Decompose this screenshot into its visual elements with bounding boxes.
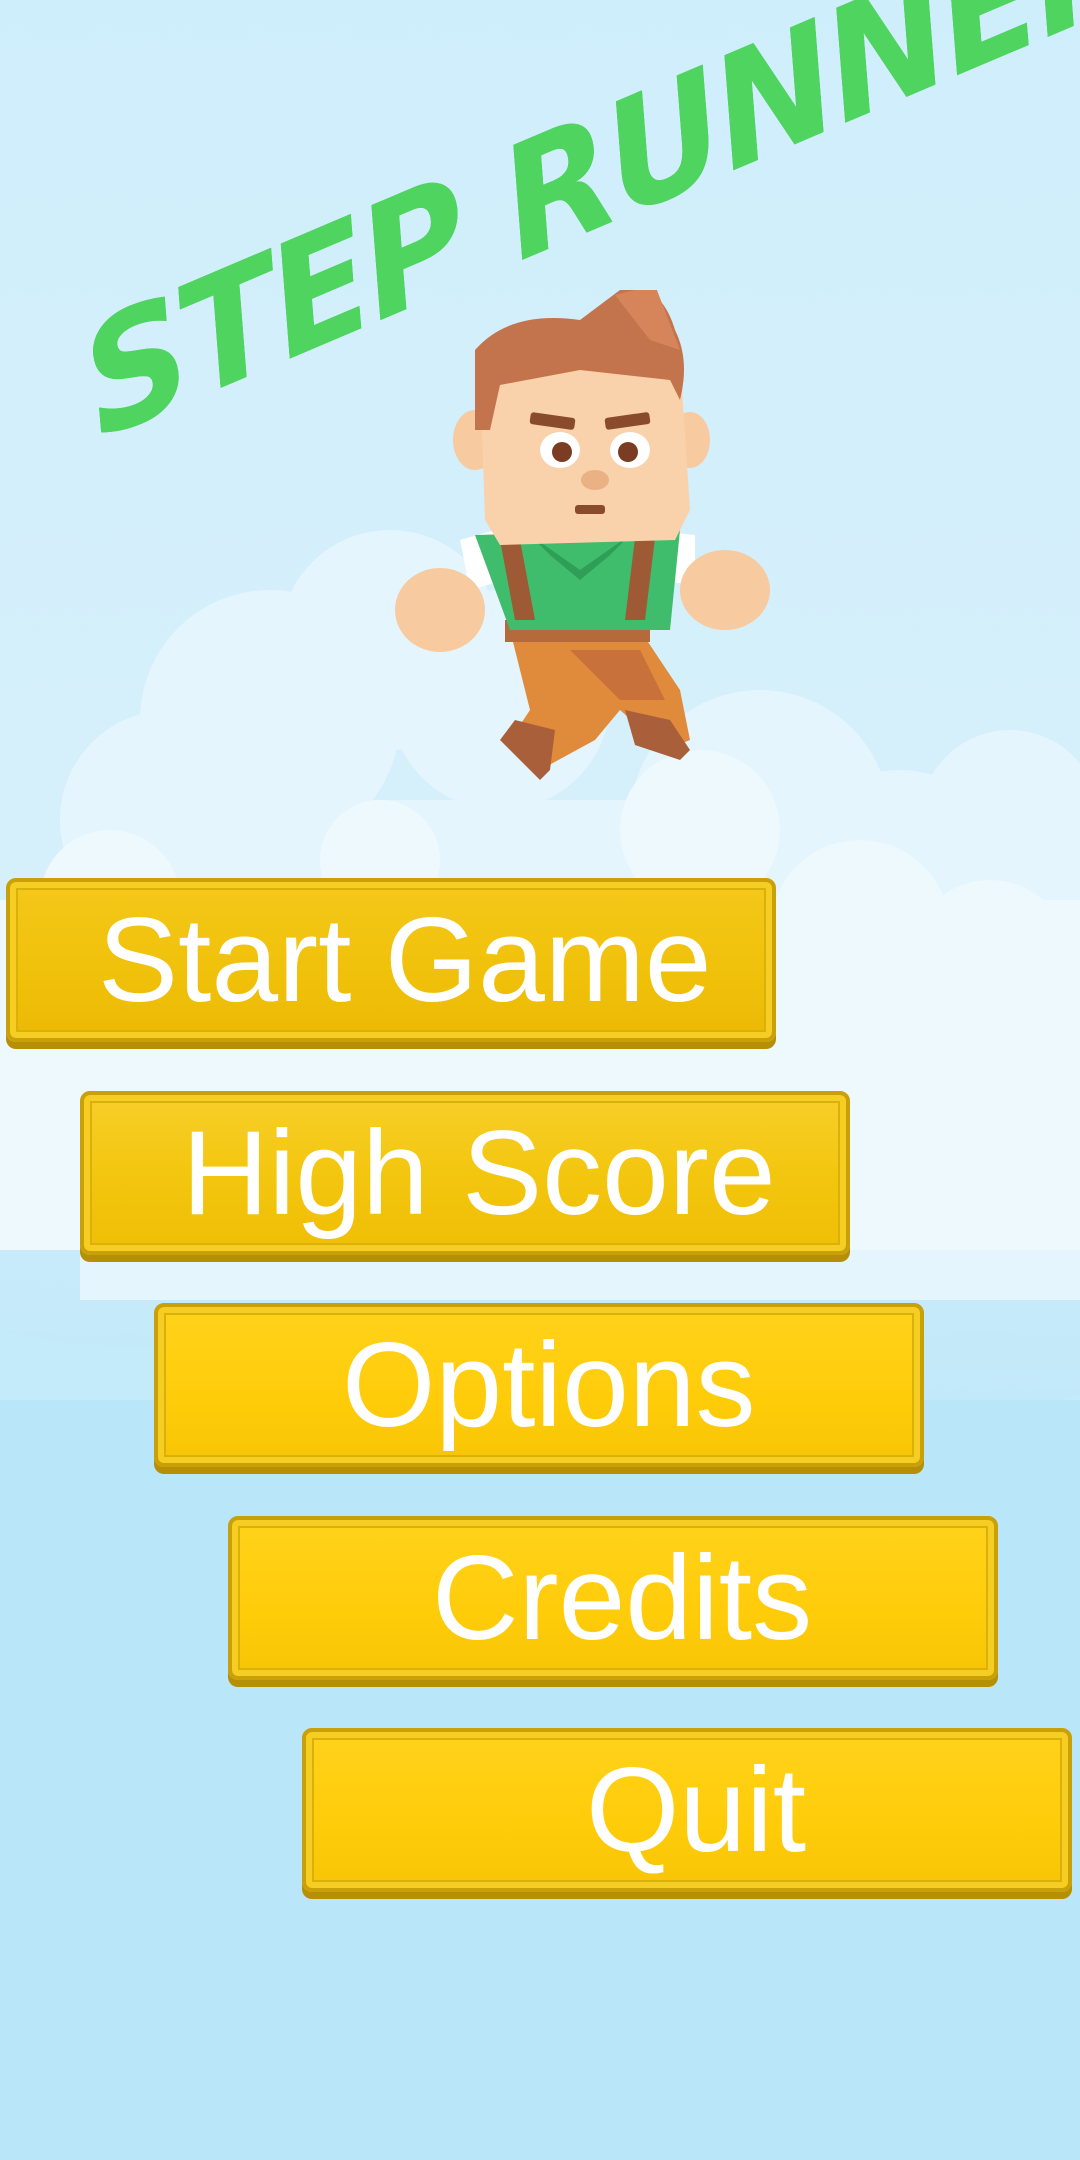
high-score-button[interactable]: High Score [80,1091,850,1255]
character-boot-left [500,720,555,780]
character-nose [581,470,609,490]
quit-label: Quit [586,1743,807,1877]
character-hand-right [680,550,770,630]
credits-label: Credits [432,1531,813,1665]
runner-character [395,290,770,780]
options-button[interactable]: Options [154,1303,924,1467]
character-pupil-left [552,442,572,462]
quit-button[interactable]: Quit [302,1728,1072,1892]
main-menu-screen: STEP RUNNER Start Game High Score Option… [0,0,1080,2160]
credits-button[interactable]: Credits [228,1516,998,1680]
start-game-button[interactable]: Start Game [6,878,776,1042]
character-hand-left [395,568,485,652]
character-face [480,360,690,545]
character-mouth [575,505,605,514]
start-game-label: Start Game [98,893,712,1027]
high-score-label: High Score [182,1106,776,1240]
options-label: Options [342,1318,756,1452]
character-pupil-right [618,442,638,462]
